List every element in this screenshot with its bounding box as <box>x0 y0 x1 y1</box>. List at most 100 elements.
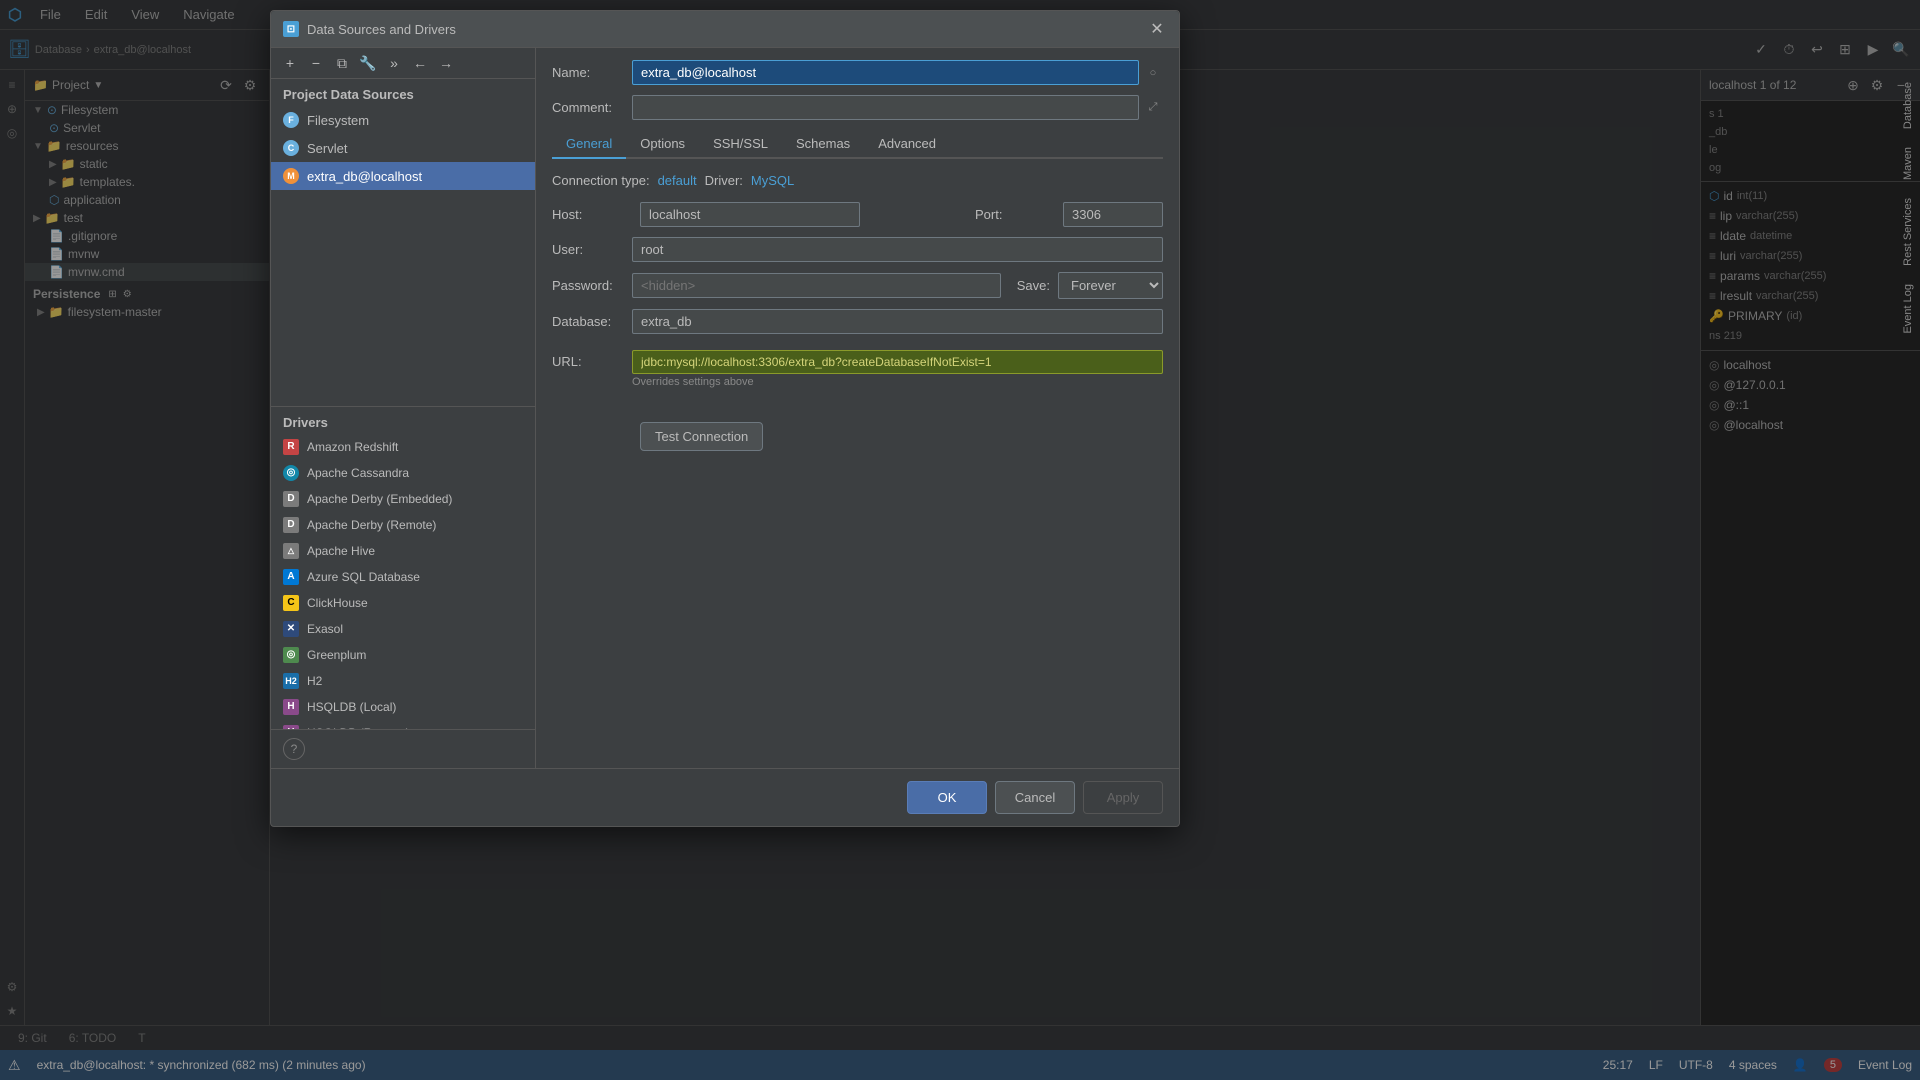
vtab-rest[interactable]: Rest Services <box>1900 190 1918 274</box>
extra-db-icon: M <box>283 168 299 184</box>
driver-value[interactable]: MySQL <box>751 173 794 188</box>
driver-apache-hive[interactable]: △ Apache Hive <box>271 538 535 564</box>
vtab-maven[interactable]: Maven <box>1900 139 1918 188</box>
driver-apache-derby-embedded[interactable]: D Apache Derby (Embedded) <box>271 486 535 512</box>
user-field-row: User: <box>552 237 1163 262</box>
h2-icon: H2 <box>283 673 299 689</box>
password-input[interactable] <box>632 273 1001 298</box>
driver-label: Apache Hive <box>307 544 375 558</box>
driver-h2[interactable]: H2 H2 <box>271 668 535 694</box>
cassandra-icon: ◎ <box>283 465 299 481</box>
datasource-label: Servlet <box>307 141 347 156</box>
user-input[interactable] <box>632 237 1163 262</box>
vtab-database[interactable]: Database <box>1900 74 1918 137</box>
clickhouse-icon: C <box>283 595 299 611</box>
dialog-titlebar: ⊡ Data Sources and Drivers ✕ <box>271 11 1179 48</box>
save-field: Save: Forever Until restart Never <box>1017 272 1163 299</box>
conn-type-label: Connection type: <box>552 173 650 188</box>
comment-expand-btn[interactable]: ⤢ <box>1143 96 1163 120</box>
dialog-datasources: ⊡ Data Sources and Drivers ✕ + − ⧉ 🔧 » ←… <box>270 10 1180 827</box>
tab-bar: General Options SSH/SSL Schemas Advanced <box>552 130 1163 159</box>
copy-datasource-btn[interactable]: ⧉ <box>331 52 353 74</box>
driver-clickhouse[interactable]: C ClickHouse <box>271 590 535 616</box>
name-input[interactable] <box>632 60 1139 85</box>
host-input[interactable] <box>640 202 860 227</box>
hsqldb-local-icon: H <box>283 699 299 715</box>
datasource-label: Filesystem <box>307 113 369 128</box>
driver-label: HSQLDB (Local) <box>307 700 396 714</box>
datasource-item-extra-db[interactable]: M extra_db@localhost <box>271 162 535 190</box>
driver-amazon-redshift[interactable]: R Amazon Redshift <box>271 434 535 460</box>
tab-general[interactable]: General <box>552 130 626 159</box>
driver-label: ClickHouse <box>307 596 368 610</box>
project-datasources-header: Project Data Sources <box>271 79 535 106</box>
driver-label: Exasol <box>307 622 343 636</box>
driver-label: Greenplum <box>307 648 366 662</box>
dialog-footer: OK Cancel Apply <box>271 768 1179 826</box>
database-field-row: Database: <box>552 309 1163 334</box>
comment-label: Comment: <box>552 100 632 115</box>
derby-embedded-icon: D <box>283 491 299 507</box>
drivers-list: R Amazon Redshift ◎ Apache Cassandra D A… <box>271 434 535 730</box>
dialog-title-text: Data Sources and Drivers <box>307 22 456 37</box>
back-btn[interactable]: ← <box>409 52 431 74</box>
datasource-list: F Filesystem C Servlet M extra_db@localh… <box>271 106 535 402</box>
ok-button[interactable]: OK <box>907 781 987 814</box>
greenplum-icon: ◎ <box>283 647 299 663</box>
driver-label: Apache Derby (Embedded) <box>307 492 452 506</box>
hive-icon: △ <box>283 543 299 559</box>
driver-hsqldb-local[interactable]: H HSQLDB (Local) <box>271 694 535 720</box>
tab-schemas[interactable]: Schemas <box>782 130 864 159</box>
name-expand-btn[interactable]: ○ <box>1143 61 1163 85</box>
datasource-item-servlet[interactable]: C Servlet <box>271 134 535 162</box>
filesystem-icon: F <box>283 112 299 128</box>
port-input[interactable] <box>1063 202 1163 227</box>
test-connection-button[interactable]: Test Connection <box>640 422 763 451</box>
driver-label: Azure SQL Database <box>307 570 420 584</box>
derby-remote-icon: D <box>283 517 299 533</box>
tab-ssh-ssl[interactable]: SSH/SSL <box>699 130 782 159</box>
connection-type-row: Connection type: default Driver: MySQL <box>552 173 1163 188</box>
port-label: Port: <box>975 207 1055 222</box>
database-input[interactable] <box>632 309 1163 334</box>
driver-azure-sql[interactable]: A Azure SQL Database <box>271 564 535 590</box>
driver-apache-cassandra[interactable]: ◎ Apache Cassandra <box>271 460 535 486</box>
comment-input[interactable] <box>632 95 1139 120</box>
driver-greenplum[interactable]: ◎ Greenplum <box>271 642 535 668</box>
forward-btn[interactable]: → <box>435 52 457 74</box>
driver-exasol[interactable]: ✕ Exasol <box>271 616 535 642</box>
datasource-label: extra_db@localhost <box>307 169 422 184</box>
dialog-toolbar: + − ⧉ 🔧 » ← → <box>271 48 535 79</box>
host-port-row: Host: Port: <box>552 202 1163 227</box>
url-input[interactable] <box>632 350 1163 374</box>
tab-advanced[interactable]: Advanced <box>864 130 950 159</box>
driver-label: H2 <box>307 674 322 688</box>
servlet-icon: C <box>283 140 299 156</box>
azure-icon: A <box>283 569 299 585</box>
conn-type-value[interactable]: default <box>658 173 697 188</box>
vtab-eventlog[interactable]: Event Log <box>1900 276 1918 342</box>
help-button[interactable]: ? <box>283 738 305 760</box>
url-hint: Overrides settings above <box>632 376 1163 388</box>
settings-btn[interactable]: 🔧 <box>357 52 379 74</box>
exasol-icon: ✕ <box>283 621 299 637</box>
help-area: ? <box>271 729 535 768</box>
add-datasource-btn[interactable]: + <box>279 52 301 74</box>
driver-label: Apache Derby (Remote) <box>307 518 436 532</box>
tab-options[interactable]: Options <box>626 130 699 159</box>
dialog-left-panel: + − ⧉ 🔧 » ← → Project Data Sources F Fil… <box>271 48 536 768</box>
apply-button[interactable]: Apply <box>1083 781 1163 814</box>
user-label: User: <box>552 242 632 257</box>
dialog-right-panel: Name: ○ Comment: ⤢ General Options SSH/S… <box>536 48 1179 768</box>
driver-apache-derby-remote[interactable]: D Apache Derby (Remote) <box>271 512 535 538</box>
cancel-button[interactable]: Cancel <box>995 781 1075 814</box>
more-btn[interactable]: » <box>383 52 405 74</box>
driver-label: Driver: <box>705 173 743 188</box>
remove-datasource-btn[interactable]: − <box>305 52 327 74</box>
name-field-row: Name: ○ <box>552 60 1163 85</box>
dialog-close-button[interactable]: ✕ <box>1147 19 1167 39</box>
datasource-item-filesystem[interactable]: F Filesystem <box>271 106 535 134</box>
password-label: Password: <box>552 278 632 293</box>
driver-hsqldb-remote[interactable]: H HSQLDB (Remote) <box>271 720 535 730</box>
save-select[interactable]: Forever Until restart Never <box>1058 272 1163 299</box>
